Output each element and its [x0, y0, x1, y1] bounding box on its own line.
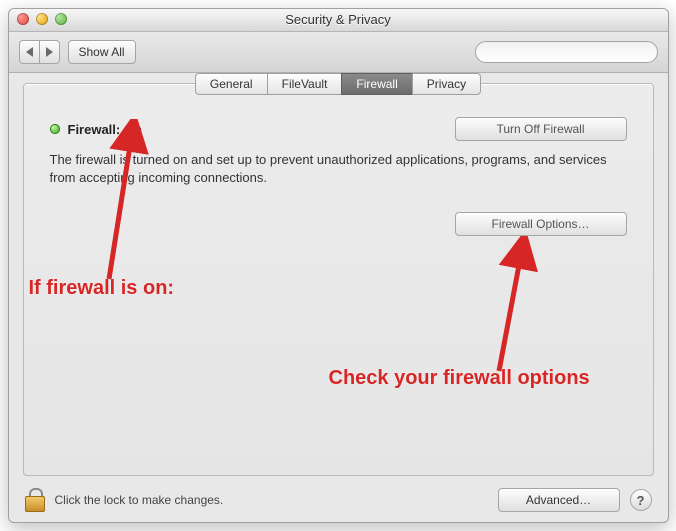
tab-bar: General FileVault Firewall Privacy	[24, 73, 653, 95]
firewall-status-label: Firewall: On	[68, 122, 142, 137]
footer: Click the lock to make changes. Advanced…	[9, 478, 668, 522]
status-indicator-icon	[50, 124, 60, 134]
forward-button[interactable]	[39, 40, 60, 64]
back-button[interactable]	[19, 40, 40, 64]
search-input[interactable]	[490, 44, 649, 60]
toolbar: Show All	[9, 32, 668, 73]
firewall-options-button[interactable]: Firewall Options…	[455, 212, 627, 236]
help-button[interactable]: ?	[630, 489, 652, 511]
tab-general[interactable]: General	[195, 73, 268, 95]
tab-filevault[interactable]: FileVault	[267, 73, 343, 95]
chevron-left-icon	[26, 47, 33, 57]
content-pane: General FileVault Firewall Privacy Firew…	[23, 83, 654, 476]
search-field[interactable]	[475, 41, 658, 63]
turn-off-firewall-button[interactable]: Turn Off Firewall	[455, 117, 627, 141]
preferences-window: Security & Privacy Show All General File…	[8, 8, 669, 523]
window-title: Security & Privacy	[9, 12, 668, 27]
advanced-button[interactable]: Advanced…	[498, 488, 620, 512]
firewall-description: The firewall is turned on and set up to …	[50, 151, 610, 186]
lock-text: Click the lock to make changes.	[55, 493, 224, 507]
firewall-status-row: Firewall: On Turn Off Firewall	[50, 117, 627, 141]
tab-privacy[interactable]: Privacy	[412, 73, 481, 95]
show-all-button[interactable]: Show All	[68, 40, 136, 64]
chevron-right-icon	[46, 47, 53, 57]
tab-firewall[interactable]: Firewall	[341, 73, 412, 95]
nav-segment	[19, 40, 60, 64]
firewall-content: Firewall: On Turn Off Firewall The firew…	[24, 95, 653, 236]
titlebar: Security & Privacy	[9, 9, 668, 32]
lock-icon[interactable]	[25, 488, 45, 512]
